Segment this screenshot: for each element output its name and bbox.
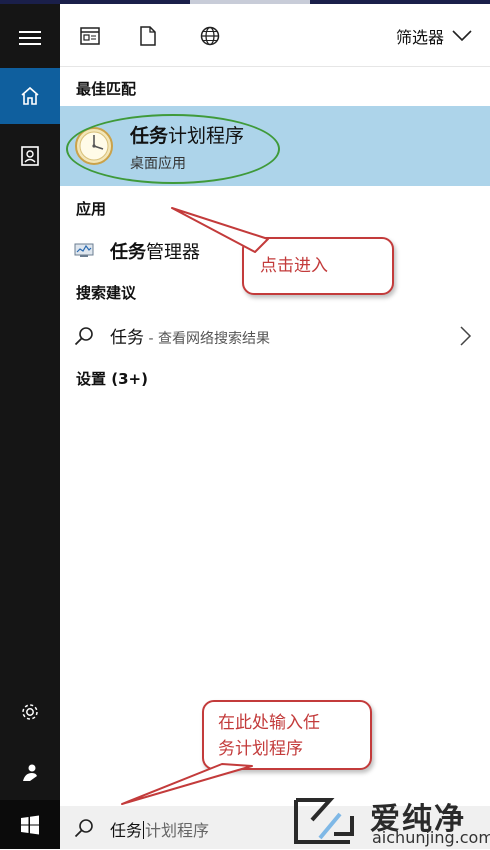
web-suggestion-item[interactable]: 任务 - 查看网络搜索结果 [60, 320, 490, 350]
web-scope-button[interactable] [196, 22, 224, 50]
home-button[interactable] [0, 68, 60, 124]
search-autocomplete-text: 计划程序 [145, 821, 210, 840]
callout-type-here: 在此处输入任 务计划程序 [202, 700, 372, 770]
notebook-button[interactable] [0, 128, 60, 184]
search-query: 任务 计划程序 [110, 817, 209, 841]
watermark-mark-icon [294, 798, 354, 844]
filter-label: 筛选器 [395, 28, 444, 47]
settings-button[interactable] [0, 684, 60, 740]
green-highlight-ellipse [66, 114, 280, 184]
start-left-rail [0, 4, 60, 849]
feedback-button[interactable] [0, 744, 60, 800]
filter-dropdown[interactable]: 筛选器 [396, 24, 472, 48]
chevron-down-icon [452, 30, 472, 42]
document-icon [140, 26, 156, 46]
search-icon [74, 327, 93, 346]
section-best-match: 最佳匹配 [76, 80, 137, 98]
callout-type-line2: 务计划程序 [218, 739, 303, 759]
app-item-label: 任务管理器 [110, 238, 200, 264]
globe-icon [200, 26, 220, 46]
section-settings[interactable]: 设置 (3+) [76, 368, 148, 389]
search-scope-toolbar: 筛选器 [60, 4, 490, 67]
hamburger-icon [19, 31, 41, 45]
suggestion-query: 任务 [110, 328, 144, 348]
callout-type-line1: 在此处输入任 [218, 713, 320, 733]
task-manager-icon [74, 243, 94, 257]
watermark-url: aichunjing.com [372, 828, 490, 847]
windows-logo-icon [21, 815, 39, 834]
section-search-suggestions: 搜索建议 [76, 284, 137, 302]
feedback-person-icon [23, 764, 37, 781]
hamburger-menu-button[interactable] [0, 10, 60, 66]
search-icon [74, 819, 93, 838]
callout-click-enter: 点击进入 [242, 237, 394, 295]
suggestion-text: 任务 - 查看网络搜索结果 [110, 323, 270, 348]
home-icon [21, 86, 39, 105]
search-typed-text: 任务 [110, 821, 143, 840]
apps-scope-button[interactable] [76, 22, 104, 50]
watermark-logo: 爱纯净 aichunjing.com [290, 794, 490, 849]
app-window-icon [80, 27, 100, 45]
section-apps: 应用 [76, 200, 107, 218]
text-caret [143, 821, 145, 839]
callout-click-enter-text: 点击进入 [260, 256, 328, 276]
documents-scope-button[interactable] [134, 22, 162, 50]
notebook-icon [21, 146, 39, 166]
windows-start-button[interactable] [0, 800, 60, 849]
app-name-rest: 管理器 [146, 242, 200, 263]
chevron-right-icon[interactable] [460, 326, 472, 346]
app-name-bold: 任务 [110, 242, 146, 263]
suggestion-hint: - 查看网络搜索结果 [144, 331, 270, 347]
gear-icon [22, 704, 38, 720]
